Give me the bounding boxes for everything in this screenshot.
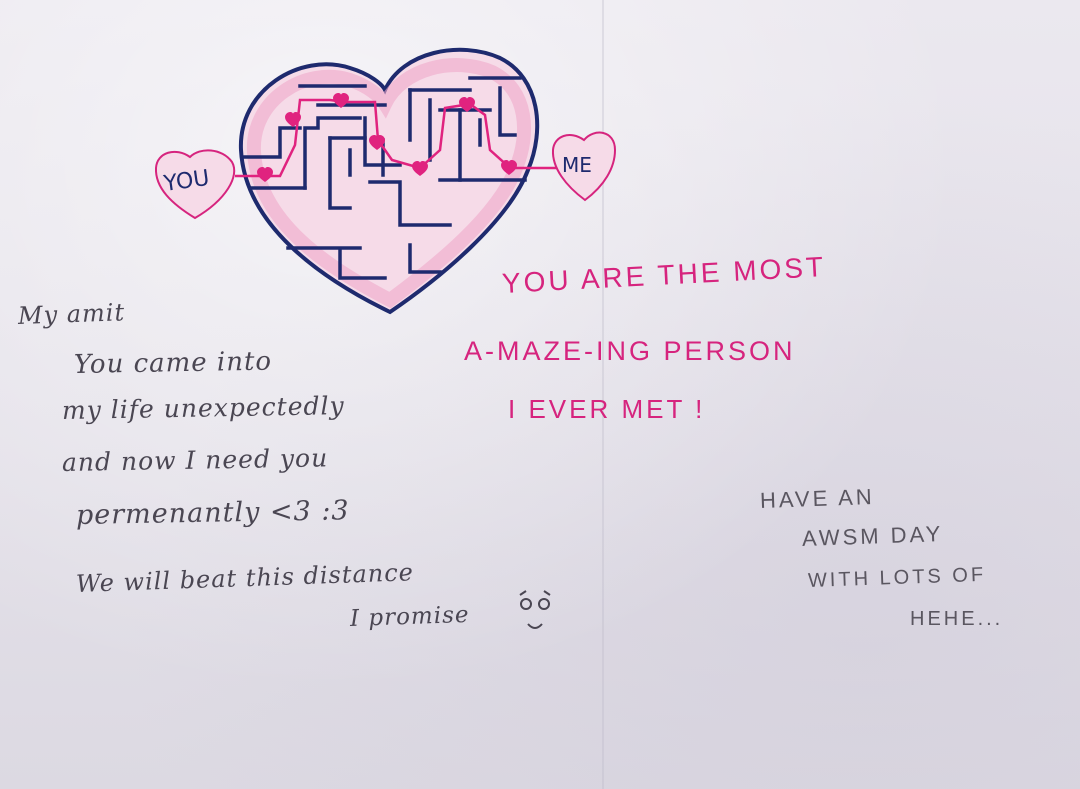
tagline-line: A-MAZE-ING PERSON (464, 336, 796, 366)
letter-salutation: My amit (17, 298, 126, 330)
wish-line: AWSM DAY (801, 521, 944, 551)
me-tag-label: ME (562, 153, 592, 177)
letter-line: my life unexpectedly (61, 391, 345, 425)
paper-sheet: YOU ME My amit You came into my life une… (0, 0, 1080, 789)
wish-line: HEHE... (910, 608, 1004, 630)
letter-line: and now I need you (61, 443, 329, 477)
wish-line: HAVE AN (759, 484, 876, 513)
tagline-line: I EVER MET ! (508, 394, 706, 424)
smiley-face-icon (519, 590, 551, 629)
letter-line: permenantly <3 :3 (75, 495, 350, 531)
letter-line: I promise (349, 601, 470, 632)
letter-line: You came into (73, 346, 273, 380)
